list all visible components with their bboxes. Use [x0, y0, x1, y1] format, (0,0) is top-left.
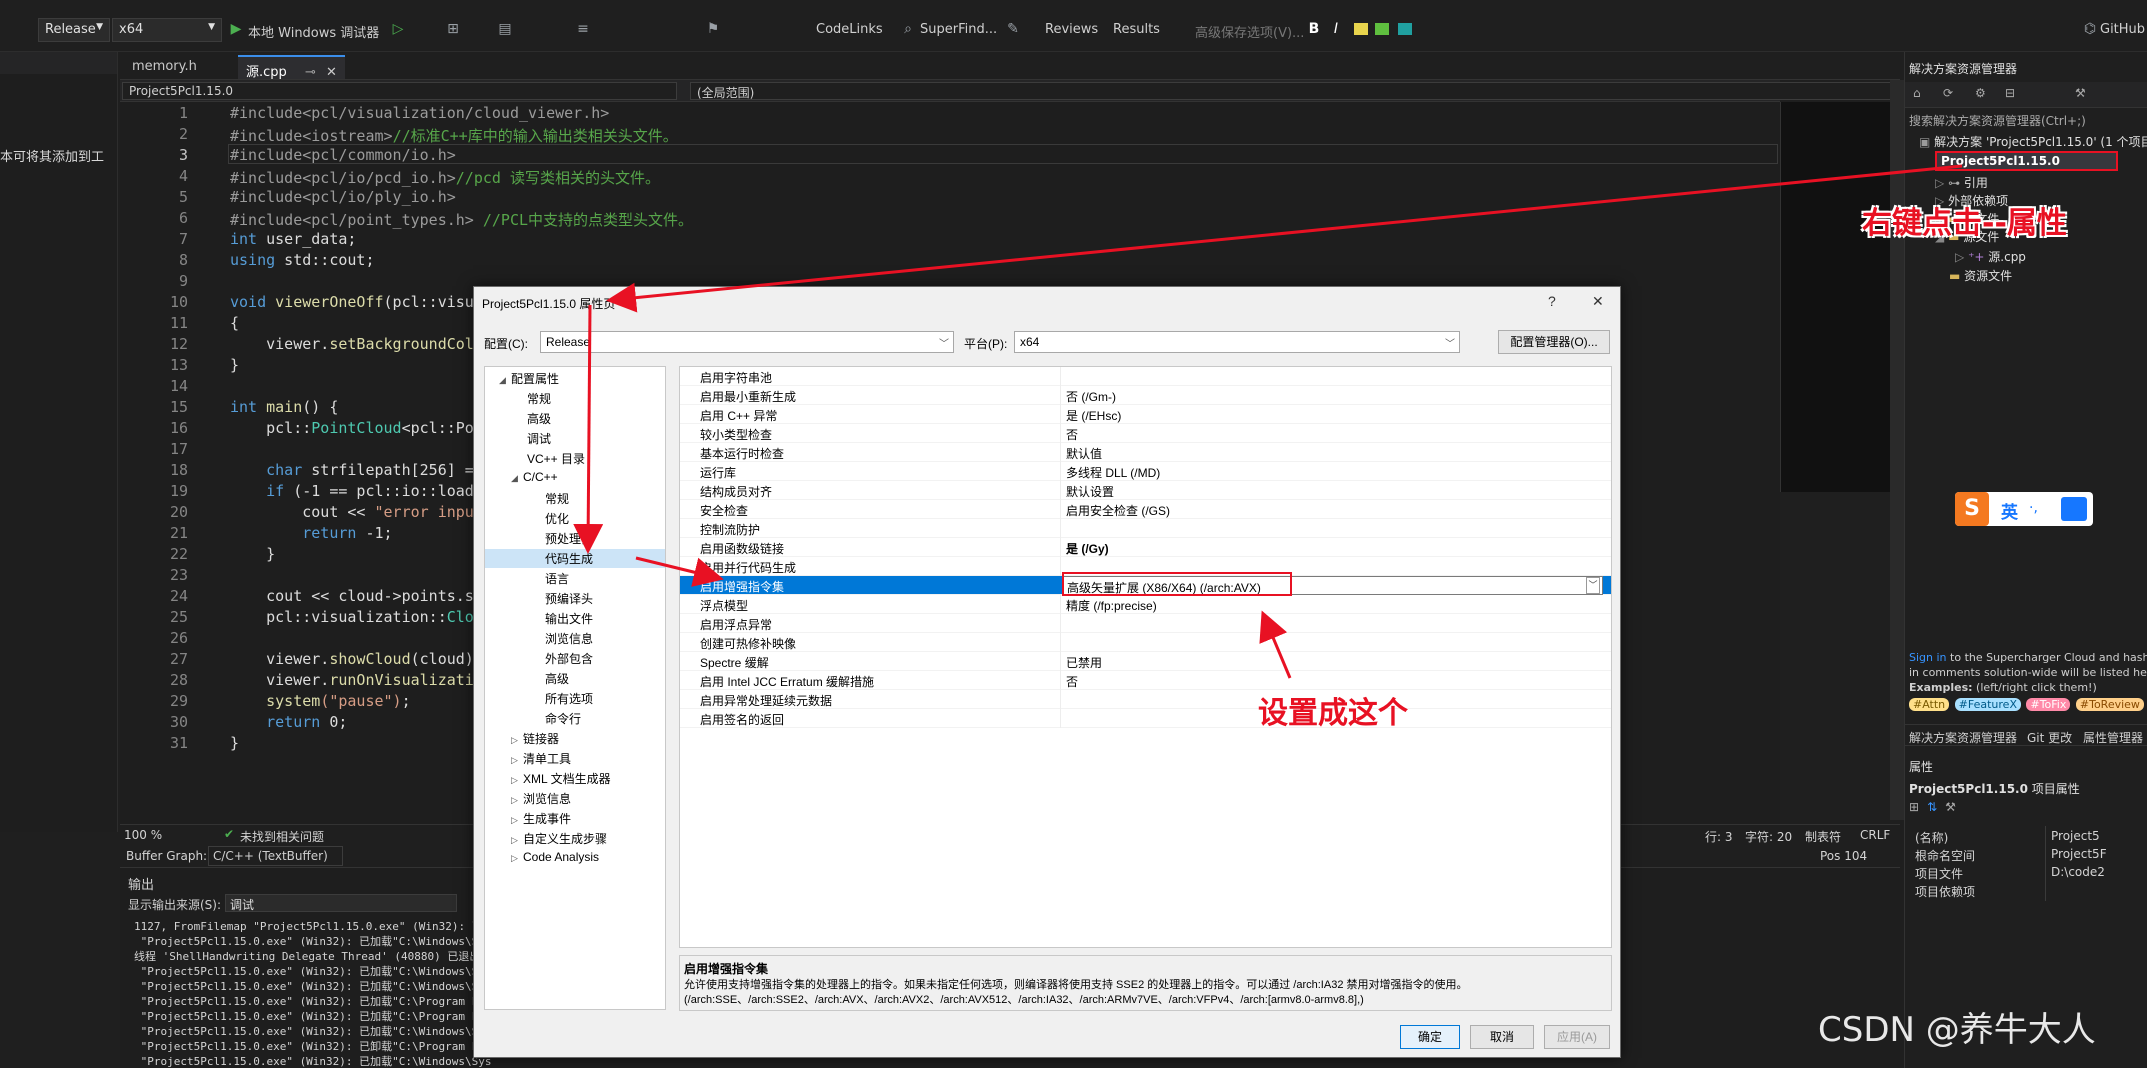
- annotation-arrows: [573, 164, 1963, 679]
- arrow-title-to-codegen: [573, 304, 604, 554]
- annotation-set-this: 设置成这个: [1258, 696, 1408, 731]
- arrow-codegen-to-option: [635, 556, 724, 587]
- csdn-watermark: CSDN @养牛大人: [1818, 1010, 2096, 1050]
- arrow-label-to-value: [1259, 610, 1292, 679]
- annotation-right-click: 右键点击--属性: [1862, 206, 2067, 241]
- arrow-project-to-dialog: [606, 164, 1963, 313]
